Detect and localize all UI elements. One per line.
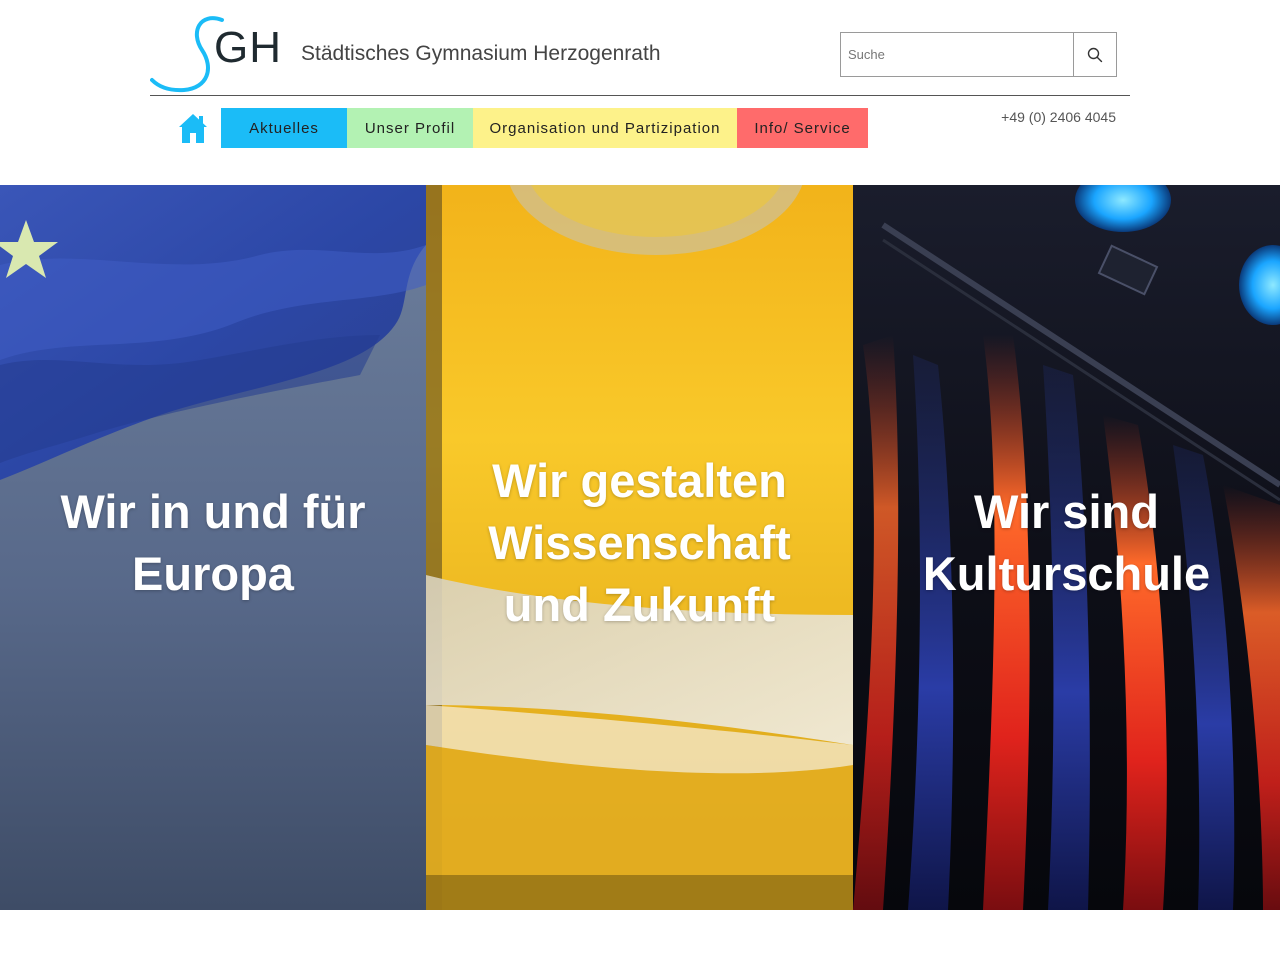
hero-panel-wissenschaft[interactable]: Wir gestalten Wissenschaft und Zukunft [426, 185, 853, 910]
hero-title-line: Wir sind [974, 485, 1159, 538]
nav-item-label: Organisation und Partizipation [489, 119, 721, 137]
site-header: GH Städtisches Gymnasium Herzogenrath Ak… [0, 0, 1280, 185]
nav-item-unser-profil[interactable]: Unser Profil [347, 108, 473, 148]
nav-item-label: Aktuelles [249, 119, 319, 137]
search-box [840, 32, 1117, 77]
hero-panel-title: Wir sind Kulturschule [853, 481, 1280, 605]
nav-item-label: Info/ Service [754, 119, 851, 137]
school-logo[interactable]: GH [150, 14, 290, 94]
hero-title-line: Wir in und für [60, 485, 366, 538]
hero-title-line: und Zukunft [503, 578, 776, 631]
nav-item-info-service[interactable]: Info/ Service [737, 108, 868, 148]
phone-number[interactable]: +49 (0) 2406 4045 [960, 109, 1116, 125]
hero-title-line: Kulturschule [922, 547, 1211, 600]
search-input[interactable] [841, 33, 1073, 76]
search-button[interactable] [1073, 33, 1116, 76]
home-icon [179, 114, 207, 143]
hero-title-line: Europa [132, 547, 294, 600]
search-icon [1087, 47, 1103, 62]
hero-panel-europa[interactable]: Wir in und für Europa [0, 185, 426, 910]
hero-title-line: Wir gestalten [492, 454, 787, 507]
nav-item-organisation[interactable]: Organisation und Partizipation [473, 108, 737, 148]
header-divider [150, 95, 1130, 96]
hero-title-line: Wissenschaft [488, 516, 791, 569]
nav-item-aktuelles[interactable]: Aktuelles [221, 108, 347, 148]
hero-section: Wir in und für Europa Wir gestalten Wiss… [0, 185, 1280, 910]
school-name[interactable]: Städtisches Gymnasium Herzogenrath [301, 41, 661, 66]
logo-letters: GH [214, 23, 282, 72]
hero-panel-kulturschule[interactable]: Wir sind Kulturschule [853, 185, 1280, 910]
hero-panel-title: Wir in und für Europa [0, 481, 426, 605]
main-nav: Aktuelles Unser Profil Organisation und … [221, 108, 868, 148]
home-button[interactable] [178, 112, 208, 144]
hero-panel-title: Wir gestalten Wissenschaft und Zukunft [426, 450, 853, 636]
nav-item-label: Unser Profil [364, 119, 456, 137]
